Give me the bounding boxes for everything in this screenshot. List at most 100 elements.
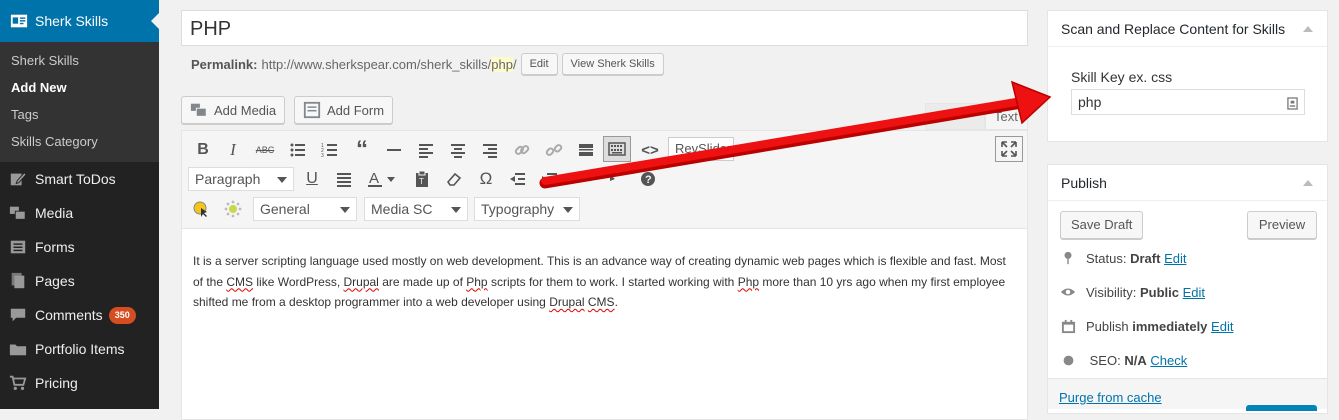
publish-box-title[interactable]: Publish xyxy=(1048,165,1327,201)
outdent-icon[interactable] xyxy=(505,166,531,192)
help-icon[interactable]: ? xyxy=(635,166,661,192)
toolbar-toggle-icon[interactable] xyxy=(603,136,631,162)
shortcode-gear-icon[interactable] xyxy=(220,196,246,222)
keyboard-icon[interactable] xyxy=(1287,95,1298,115)
publish-button[interactable] xyxy=(1246,405,1317,411)
cart-icon xyxy=(8,373,28,393)
typography-select-value: Typography xyxy=(481,201,555,217)
submenu-add-new[interactable]: Add New xyxy=(0,74,159,101)
code-icon[interactable]: <> xyxy=(637,137,663,163)
chevron-down-icon xyxy=(451,207,461,213)
media-sc-select[interactable]: Media SC xyxy=(364,197,468,221)
post-title-input[interactable]: PHP xyxy=(181,10,1028,46)
svg-text:A: A xyxy=(369,170,379,187)
align-center-icon[interactable] xyxy=(445,137,471,163)
blockquote-icon[interactable]: “ xyxy=(349,136,375,163)
sidebar-item-pages[interactable]: Pages xyxy=(0,264,159,298)
permalink-base[interactable]: http://www.sherkspear.com/sherk_skills/ xyxy=(261,57,491,72)
skill-key-value: php xyxy=(1078,94,1102,110)
permalink-slug[interactable]: php xyxy=(491,56,513,72)
tab-visual[interactable]: Vi xyxy=(925,103,985,130)
seo-check-link[interactable]: Check xyxy=(1150,353,1187,368)
undo-icon[interactable] xyxy=(569,166,595,192)
typography-select[interactable]: Typography xyxy=(474,197,580,221)
italic-icon[interactable]: I xyxy=(220,137,246,163)
skill-key-input[interactable]: php xyxy=(1071,89,1305,115)
sidebar-item-portfolio-items[interactable]: Portfolio Items xyxy=(0,332,159,366)
chevron-down-icon xyxy=(277,177,287,183)
publish-title-text: Publish xyxy=(1061,175,1107,191)
save-draft-button[interactable]: Save Draft xyxy=(1060,211,1144,239)
content-text-run: are made up of xyxy=(378,274,467,289)
paste-text-icon[interactable]: T xyxy=(409,166,435,192)
svg-text:3: 3 xyxy=(321,153,324,159)
sidebar-item-label: Sherk Skills xyxy=(35,13,109,29)
status-value: Draft xyxy=(1130,250,1161,266)
sidebar-item-media[interactable]: Media xyxy=(0,196,159,230)
general-select-value: General xyxy=(260,201,310,217)
add-form-label: Add Form xyxy=(327,102,385,118)
scan-replace-title[interactable]: Scan and Replace Content for Skills xyxy=(1048,11,1327,47)
permalink-edit-button[interactable]: Edit xyxy=(520,53,558,75)
cursor-icon[interactable] xyxy=(188,196,214,222)
underline-icon[interactable]: U xyxy=(299,166,325,192)
sidebar-item-pricing[interactable]: Pricing xyxy=(0,366,159,400)
collapse-toggle-icon[interactable] xyxy=(1303,26,1313,32)
read-more-icon[interactable] xyxy=(573,137,599,163)
eraser-icon[interactable] xyxy=(441,166,467,192)
purge-cache-link[interactable]: Purge from cache xyxy=(1059,390,1162,405)
view-post-button[interactable]: View Sherk Skills xyxy=(561,53,664,75)
add-media-button[interactable]: Add Media xyxy=(181,96,286,124)
format-select[interactable]: Paragraph xyxy=(188,167,294,191)
submenu-tags[interactable]: Tags xyxy=(0,101,159,128)
eye-icon xyxy=(1060,284,1076,300)
indent-icon[interactable] xyxy=(537,166,563,192)
sidebar-item-comments[interactable]: Comments 350 xyxy=(0,298,159,332)
visibility-edit-link[interactable]: Edit xyxy=(1183,285,1205,300)
permalink-row: Permalink: http://www.sherkspear.com/she… xyxy=(191,52,664,76)
align-left-icon[interactable] xyxy=(413,137,439,163)
misspelled-word: CMS xyxy=(587,295,615,309)
special-character-icon[interactable]: Ω xyxy=(473,166,499,192)
calendar-icon xyxy=(1060,318,1076,334)
redo-icon[interactable] xyxy=(595,166,621,192)
fullscreen-icon[interactable] xyxy=(995,136,1023,162)
seo-value: N/A xyxy=(1124,352,1147,368)
post-content-body[interactable]: It is a server scripting language used m… xyxy=(193,251,1008,313)
sidebar-item-label: Media xyxy=(35,205,74,221)
unlink-icon[interactable] xyxy=(541,137,567,163)
bold-icon[interactable]: B xyxy=(190,137,216,163)
link-icon[interactable] xyxy=(509,137,535,163)
folder-icon xyxy=(8,339,28,359)
svg-text:T: T xyxy=(419,177,424,186)
publish-edit-link[interactable]: Edit xyxy=(1211,319,1233,334)
submenu-sherk-skills[interactable]: Sherk Skills xyxy=(0,47,159,74)
align-right-icon[interactable] xyxy=(477,137,503,163)
horizontal-line-icon[interactable] xyxy=(381,137,407,163)
preview-button[interactable]: Preview xyxy=(1247,211,1317,239)
svg-text:?: ? xyxy=(645,174,652,186)
collapse-toggle-icon[interactable] xyxy=(1303,180,1313,186)
numbered-list-icon[interactable]: 123 xyxy=(317,137,343,163)
revslider-button[interactable]: RevSlider xyxy=(668,137,734,161)
sidebar-item-smart-todos[interactable]: Smart ToDos xyxy=(0,162,159,196)
sidebar-item-label: Smart ToDos xyxy=(35,171,116,187)
visibility-label: Visibility: xyxy=(1086,284,1137,300)
add-form-button[interactable]: Add Form xyxy=(294,96,394,124)
status-edit-link[interactable]: Edit xyxy=(1164,251,1186,266)
text-color-icon[interactable]: A xyxy=(363,166,401,192)
general-select[interactable]: General xyxy=(253,197,357,221)
sidebar-item-forms[interactable]: Forms xyxy=(0,230,159,264)
content-text-run: like WordPress, xyxy=(253,274,344,289)
forms-icon xyxy=(8,237,28,257)
media-icon xyxy=(190,101,208,119)
scan-replace-box: Scan and Replace Content for Skills Skil… xyxy=(1047,10,1328,142)
seo-status-dot-icon xyxy=(1060,352,1076,368)
justify-icon[interactable] xyxy=(331,166,357,192)
sidebar-item-sherk-skills[interactable]: Sherk Skills xyxy=(0,0,159,42)
tab-text[interactable]: Text xyxy=(985,103,1028,130)
strikethrough-icon[interactable]: ABC xyxy=(252,137,278,163)
bullet-list-icon[interactable] xyxy=(285,137,311,163)
format-select-value: Paragraph xyxy=(195,171,261,187)
submenu-skills-category[interactable]: Skills Category xyxy=(0,128,159,155)
